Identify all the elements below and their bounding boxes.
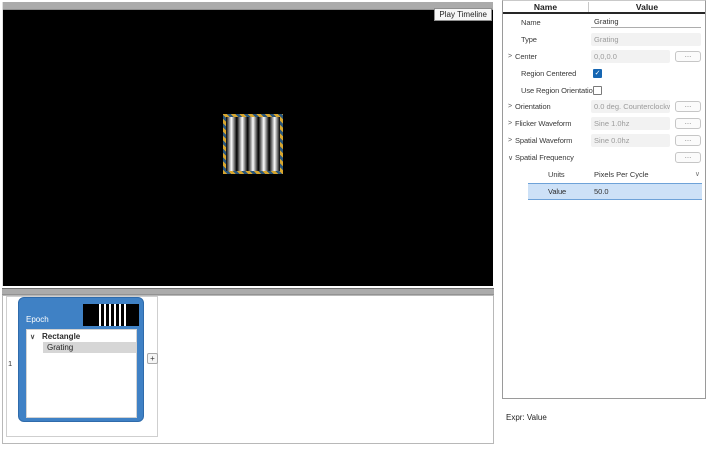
tree-item-rectangle[interactable]: ∨ Rectangle: [27, 330, 136, 342]
chevron-down-icon[interactable]: ∨: [503, 154, 515, 162]
app-window: Play Timeline 1 Epoch ∨ Rectangle Gratin…: [0, 0, 708, 453]
column-header-value: Value: [635, 1, 659, 12]
play-timeline-button[interactable]: Play Timeline: [434, 8, 492, 21]
tree-item-label: Grating: [47, 343, 74, 352]
property-row-name[interactable]: Name: [503, 14, 705, 31]
property-row-value-selected[interactable]: Value 50.0: [528, 182, 702, 200]
name-input[interactable]: [591, 16, 701, 29]
property-row-center[interactable]: > Center 0,0,0.0 ...: [503, 48, 705, 65]
epoch-stimulus-list: ∨ Rectangle Grating: [26, 329, 137, 418]
spatial-frequency-value: [591, 156, 670, 160]
property-row-spatial-waveform[interactable]: > Spatial Waveform Sine 0.0hz ...: [503, 132, 705, 149]
property-row-spatial-frequency[interactable]: ∨ Spatial Frequency ...: [503, 149, 705, 166]
region-centered-checkbox[interactable]: ✓: [593, 68, 602, 78]
timeline-body: 1 Epoch ∨ Rectangle Grating +: [2, 295, 494, 444]
timeline-track: 1 Epoch ∨ Rectangle Grating: [6, 296, 158, 437]
center-value: 0,0,0.0: [591, 49, 670, 63]
flicker-waveform-ellipsis-button[interactable]: ...: [675, 118, 701, 130]
tree-item-label: Rectangle: [42, 332, 81, 341]
property-row-region-centered[interactable]: Region Centered ✓: [503, 65, 705, 82]
chevron-down-icon[interactable]: ∨: [30, 333, 42, 341]
check-icon: ✓: [594, 69, 601, 77]
track-row-number: 1: [8, 359, 13, 368]
add-epoch-button[interactable]: +: [147, 353, 158, 364]
expression-status-bar: Expr: Value: [506, 413, 547, 422]
spatial-waveform-value: Sine 0.0hz: [591, 134, 670, 148]
timeline-top-bar: [2, 288, 494, 295]
center-ellipsis-button[interactable]: ...: [675, 50, 701, 62]
stimulus-canvas-panel: Play Timeline: [2, 2, 493, 286]
chevron-right-icon[interactable]: >: [503, 120, 515, 127]
column-header-name: Name: [503, 1, 589, 12]
use-region-orientation-checkbox[interactable]: [593, 85, 602, 95]
property-row-units[interactable]: Units Pixels Per Cycle ∨: [503, 166, 705, 183]
spatial-waveform-ellipsis-button[interactable]: ...: [675, 135, 701, 147]
epoch-label: Epoch: [26, 315, 49, 324]
orientation-ellipsis-button[interactable]: ...: [675, 101, 701, 113]
property-row-use-region-orientation[interactable]: Use Region Orientation: [503, 82, 705, 99]
chevron-down-icon: ∨: [694, 171, 700, 179]
properties-header: Name Value: [503, 1, 705, 14]
units-dropdown[interactable]: Pixels Per Cycle ∨: [591, 168, 701, 181]
type-value: Grating: [591, 32, 701, 46]
chevron-right-icon[interactable]: >: [503, 103, 515, 110]
units-dropdown-value: Pixels Per Cycle: [594, 169, 649, 179]
epoch-thumbnail-grating: [99, 304, 126, 326]
grating-stimulus[interactable]: [223, 114, 283, 174]
timeline-panel: 1 Epoch ∨ Rectangle Grating +: [2, 288, 494, 444]
spatial-frequency-ellipsis-button[interactable]: ...: [675, 152, 701, 164]
epoch-thumbnail: [83, 304, 139, 326]
preview-viewport[interactable]: Play Timeline: [3, 8, 493, 286]
grating-stripes: [226, 117, 280, 171]
property-row-flicker-waveform[interactable]: > Flicker Waveform Sine 1.0hz ...: [503, 115, 705, 132]
chevron-right-icon[interactable]: >: [503, 53, 515, 60]
canvas-top-bar: [3, 2, 493, 10]
epoch-card[interactable]: Epoch ∨ Rectangle Grating: [18, 297, 144, 422]
orientation-value: 0.0 deg. Counterclockwise: [591, 100, 670, 114]
properties-panel: Name Value Name Type Grating > Center 0,…: [502, 0, 706, 399]
chevron-right-icon[interactable]: >: [503, 137, 515, 144]
property-row-orientation[interactable]: > Orientation 0.0 deg. Counterclockwise …: [503, 98, 705, 115]
tree-item-grating[interactable]: Grating: [43, 342, 136, 353]
property-row-type[interactable]: Type Grating: [503, 31, 705, 48]
flicker-waveform-value: Sine 1.0hz: [591, 117, 670, 131]
value-field[interactable]: 50.0: [591, 185, 698, 198]
